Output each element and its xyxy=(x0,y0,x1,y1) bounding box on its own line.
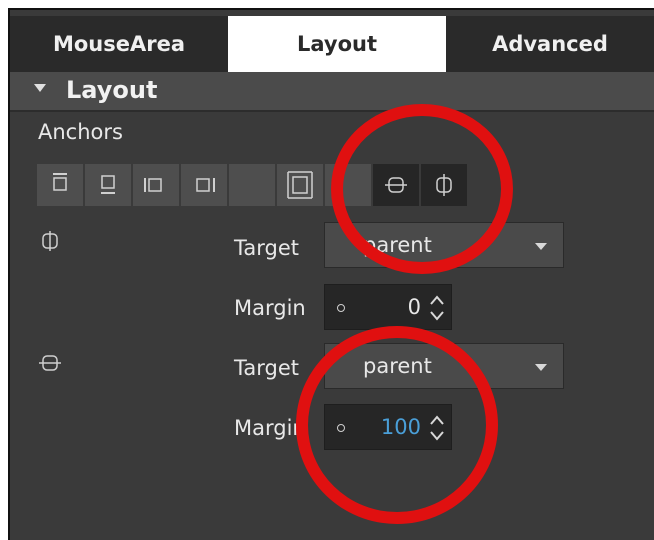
anchor-vertical-center-button[interactable] xyxy=(373,164,421,206)
anchors-label: Anchors xyxy=(38,120,123,144)
hcenter-target-combobox[interactable]: parent xyxy=(324,222,564,268)
spin-arrows-icon[interactable] xyxy=(429,291,445,325)
anchor-horizontal-center-button[interactable] xyxy=(421,164,469,206)
anchor-top-icon xyxy=(53,173,67,191)
vertical-center-icon xyxy=(385,177,407,193)
anchor-spacer-2 xyxy=(325,164,373,206)
vertical-center-row-icon xyxy=(39,355,61,371)
vcenter-target-combobox[interactable]: parent xyxy=(324,343,564,389)
hcenter-margin-value: 0 xyxy=(407,295,421,319)
chevron-down-icon xyxy=(535,364,547,371)
tab-layout[interactable]: Layout xyxy=(228,16,446,72)
anchor-left-button[interactable] xyxy=(133,164,181,206)
binding-dot-icon[interactable] xyxy=(337,424,345,432)
anchor-fill-button[interactable] xyxy=(277,164,325,206)
layout-section-header[interactable]: Layout xyxy=(10,72,654,112)
vcenter-margin-value: 100 xyxy=(380,415,421,439)
section-title: Layout xyxy=(66,76,158,104)
anchor-top-button[interactable] xyxy=(37,164,85,206)
anchor-bottom-icon xyxy=(101,175,115,194)
vcenter-margin-spinbox[interactable]: 100 xyxy=(324,404,452,450)
hcenter-margin-label: Margin xyxy=(234,296,306,320)
tab-mousearea[interactable]: MouseArea xyxy=(10,16,228,72)
anchor-fill-icon xyxy=(287,171,313,199)
vcenter-target-label: Target xyxy=(234,356,299,380)
anchor-right-button[interactable] xyxy=(181,164,229,206)
anchor-bottom-button[interactable] xyxy=(85,164,133,206)
binding-dot-icon[interactable] xyxy=(337,304,345,312)
hcenter-target-value: parent xyxy=(363,233,432,257)
chevron-down-icon xyxy=(535,243,547,250)
horizontal-center-row-icon xyxy=(42,231,58,251)
anchor-left-icon xyxy=(144,178,162,192)
tab-advanced[interactable]: Advanced xyxy=(446,16,654,72)
hcenter-margin-spinbox[interactable]: 0 xyxy=(324,284,452,330)
horizontal-center-icon xyxy=(436,174,452,196)
tab-bar: MouseArea Layout Advanced xyxy=(10,16,654,72)
hcenter-target-label: Target xyxy=(234,236,299,260)
spin-arrows-icon[interactable] xyxy=(429,411,445,445)
anchor-right-icon xyxy=(196,178,215,192)
vcenter-target-value: parent xyxy=(363,354,432,378)
vcenter-margin-label: Margin xyxy=(234,416,306,440)
anchor-spacer xyxy=(229,164,277,206)
anchor-toolbar xyxy=(37,164,469,206)
collapse-triangle-icon[interactable] xyxy=(34,84,46,92)
